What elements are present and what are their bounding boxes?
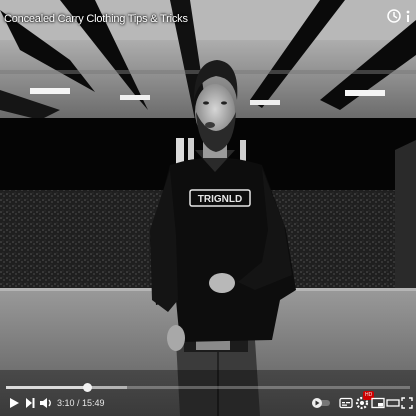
fullscreen-icon <box>401 397 413 409</box>
next-icon <box>26 398 35 408</box>
subtitles-icon <box>339 397 353 409</box>
time-display: 3:10 / 15:49 <box>57 398 105 408</box>
watch-later-icon[interactable] <box>386 8 402 24</box>
volume-icon <box>40 398 51 408</box>
video-frame[interactable]: TRIGNLD <box>0 0 416 416</box>
player-controls: 3:10 / 15:49 HD <box>0 391 416 414</box>
play-icon <box>10 398 19 408</box>
progress-played <box>6 386 87 389</box>
settings-button[interactable]: HD <box>354 391 375 411</box>
progress-bar[interactable] <box>6 383 410 392</box>
miniplayer-button[interactable] <box>370 395 386 411</box>
autoplay-toggle-icon <box>312 398 330 408</box>
mute-button[interactable] <box>38 395 54 411</box>
progress-scrubber-handle[interactable] <box>82 383 92 392</box>
shirt-logo-text: TRIGNLD <box>198 194 242 205</box>
info-icon[interactable] <box>402 8 414 24</box>
subtitles-button[interactable] <box>338 395 354 411</box>
video-title-bar: Concealed Carry Clothing Tips & Tricks <box>4 9 386 27</box>
play-button[interactable] <box>6 395 22 411</box>
video-title[interactable]: Concealed Carry Clothing Tips & Tricks <box>4 13 188 25</box>
fullscreen-button[interactable] <box>399 395 415 411</box>
miniplayer-icon <box>371 397 385 409</box>
theater-icon <box>386 399 400 407</box>
next-button[interactable] <box>22 395 38 411</box>
autoplay-toggle[interactable] <box>310 395 334 411</box>
video-player[interactable]: TRIGNLD Concealed Carry Clothing Tips & … <box>0 0 416 416</box>
